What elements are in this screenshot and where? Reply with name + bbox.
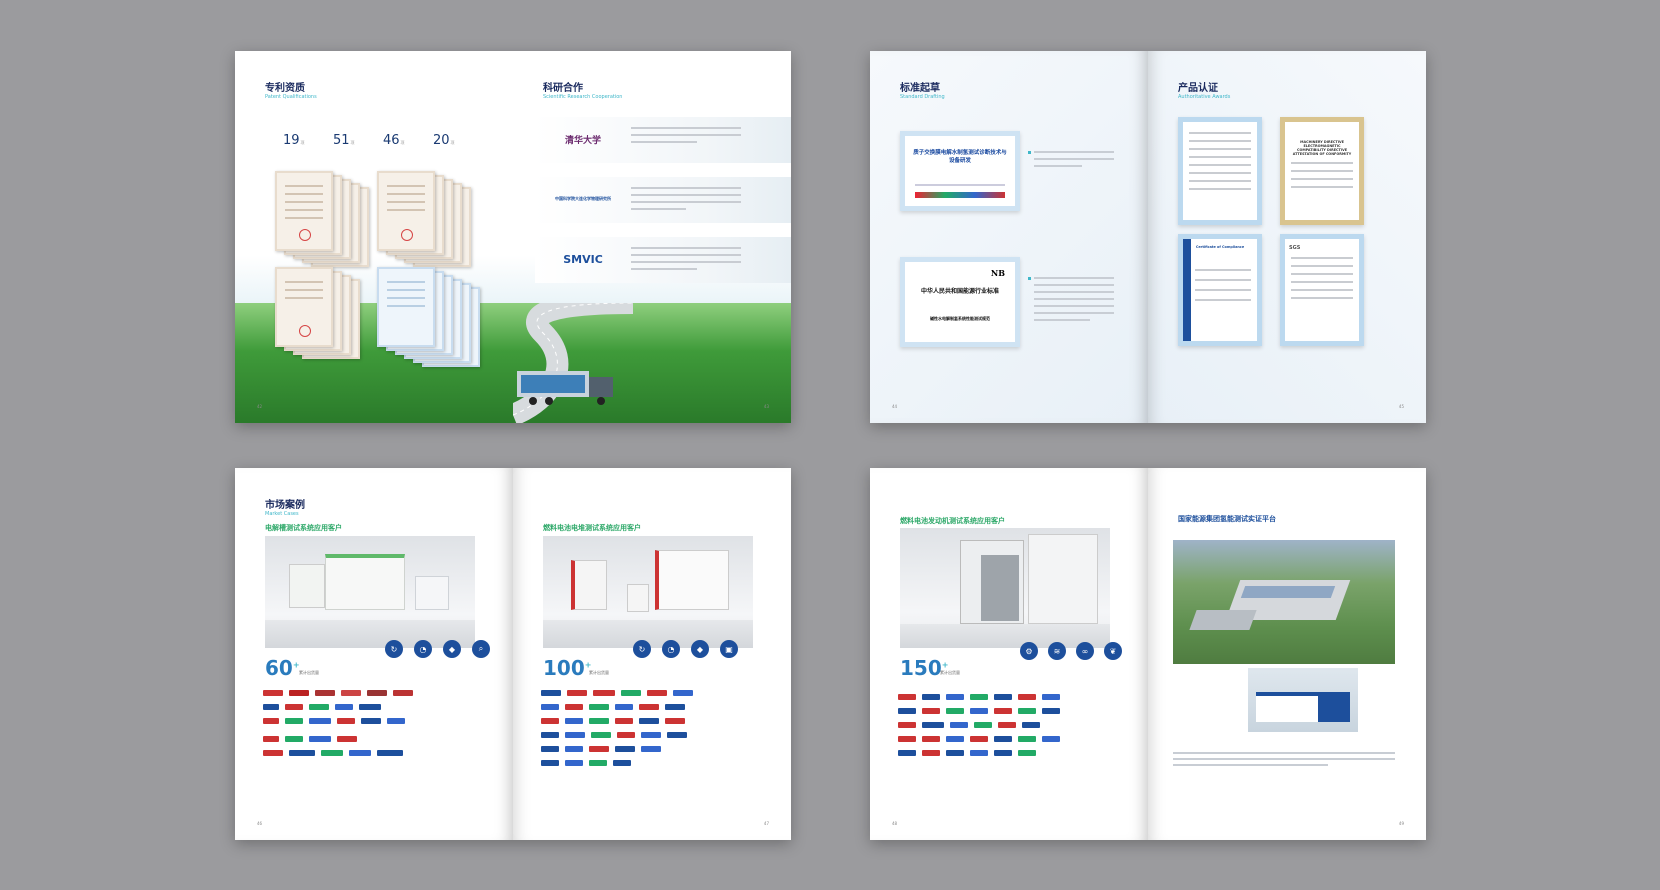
dicp-logo: 中国科学院大连化学物理研究所 bbox=[555, 196, 611, 201]
page-number: 46 bbox=[257, 821, 263, 826]
platform-description bbox=[1173, 752, 1395, 766]
award-certificate-2: MACHINERY DIRECTIVE ELECTROMAGNETIC COMP… bbox=[1280, 117, 1364, 225]
customer-logos-row bbox=[541, 690, 693, 696]
page-number: 48 bbox=[892, 821, 898, 826]
tsinghua-logo: 清华大学 bbox=[564, 135, 601, 146]
nb-logo: NB bbox=[990, 268, 1005, 278]
customer-logos-row bbox=[898, 694, 1060, 700]
electrolyzer-equipment-photo bbox=[265, 536, 475, 648]
patent-certificate bbox=[275, 171, 333, 251]
swirl-icon: ∞ bbox=[1076, 642, 1094, 660]
page-patents: 专利资质 Patent Qualifications 19项 51项 46项 2… bbox=[235, 51, 513, 423]
bullet-text-1 bbox=[1034, 151, 1114, 172]
section-subtitle: Standard Drafting bbox=[900, 94, 945, 100]
partner-tsinghua: 清华大学 bbox=[535, 117, 791, 163]
spread-market-cases: 市场案例 Market Cases 电解槽测试系统应用客户 ↻ ◔ ◆ ⌕ 60… bbox=[235, 468, 791, 840]
page-number: 43 bbox=[763, 404, 769, 409]
section-subtitle: Patent Qualifications bbox=[265, 94, 317, 100]
stat-4: 20项 bbox=[433, 133, 455, 148]
drop-icon: ◆ bbox=[443, 640, 461, 658]
award-certificate-1 bbox=[1178, 117, 1262, 225]
page-hydrogen-platform: 国家能源集团氢能测试实证平台 49 bbox=[1148, 468, 1426, 840]
page-electrolyzer-customers: 市场案例 Market Cases 电解槽测试系统应用客户 ↻ ◔ ◆ ⌕ 60… bbox=[235, 468, 513, 840]
drop-icon: ◆ bbox=[691, 640, 709, 658]
section-subtitle: Market Cases bbox=[265, 511, 299, 517]
section-subtitle: Scientific Research Cooperation bbox=[543, 94, 623, 100]
page-number: 49 bbox=[1398, 821, 1404, 826]
partner-dicp: 中国科学院大连化学物理研究所 bbox=[535, 177, 791, 223]
page-awards: 产品认证 Authoritative Awards MACHINERY DIRE… bbox=[1148, 51, 1426, 423]
stack-test-equipment-photo bbox=[543, 536, 753, 648]
shipment-count: 60+ bbox=[265, 656, 300, 680]
feature-icons: ↻ ◔ ◆ ⌕ bbox=[385, 640, 490, 658]
cycle-icon: ↻ bbox=[385, 640, 403, 658]
section-subtitle: Authoritative Awards bbox=[1178, 94, 1231, 100]
page-engine-customers: 燃料电池发动机测试系统应用客户 ⚙ ≋ ∞ ❦ 150+ 累计出货量 48 bbox=[870, 468, 1148, 840]
seal-icon bbox=[401, 229, 413, 241]
page-number: 47 bbox=[763, 821, 769, 826]
shipment-label: 累计出货量 bbox=[589, 670, 609, 675]
stat-1: 19项 bbox=[283, 133, 305, 148]
feature-icons: ↻ ◔ ◆ ▣ bbox=[633, 640, 738, 658]
bullet-text-2 bbox=[1034, 277, 1114, 326]
section-title: 市场案例 bbox=[265, 500, 305, 511]
page-stack-customers: 燃料电池电堆测试系统应用客户 ↻ ◔ ◆ ▣ 100+ 累计出货量 47 bbox=[513, 468, 791, 840]
box-icon: ▣ bbox=[720, 640, 738, 658]
shipment-count: 150+ bbox=[900, 656, 949, 680]
engine-test-equipment-photo bbox=[900, 528, 1110, 648]
customer-logos-row bbox=[263, 690, 413, 696]
seal-icon bbox=[299, 325, 311, 337]
sub-heading: 国家能源集团氢能测试实证平台 bbox=[1178, 515, 1276, 523]
award-certificate-4: SGS bbox=[1280, 234, 1364, 346]
gear-icon: ⚙ bbox=[1020, 642, 1038, 660]
hydrogen-truck-icon bbox=[517, 371, 613, 405]
wave-icon: ≋ bbox=[1048, 642, 1066, 660]
page-number: 44 bbox=[892, 404, 898, 409]
spread-standards-awards: 标准起草 Standard Drafting 质子交换膜电解水制氢测试诊断技术与… bbox=[870, 51, 1426, 423]
page-number: 45 bbox=[1398, 404, 1404, 409]
sub-heading: 电解槽测试系统应用客户 bbox=[265, 524, 342, 532]
section-title: 专利资质 bbox=[265, 83, 305, 94]
spread-patents-research: 专利资质 Patent Qualifications 19项 51项 46项 2… bbox=[235, 51, 791, 423]
feature-icons: ⚙ ≋ ∞ ❦ bbox=[1020, 642, 1122, 660]
shipment-count: 100+ bbox=[543, 656, 592, 680]
gauge-icon: ◔ bbox=[414, 640, 432, 658]
page-number: 42 bbox=[257, 404, 263, 409]
smvic-logo: SMVIC bbox=[563, 252, 603, 266]
aerial-site-photo bbox=[1173, 540, 1395, 664]
partner-smvic: SMVIC bbox=[535, 237, 791, 283]
standard-document-1: 质子交换膜电解水制氢测试诊断技术与设备研发 bbox=[900, 131, 1020, 211]
section-title: 科研合作 bbox=[543, 83, 583, 94]
spread-engine-platform: 燃料电池发动机测试系统应用客户 ⚙ ≋ ∞ ❦ 150+ 累计出货量 48 国家… bbox=[870, 468, 1426, 840]
shipment-label: 累计出货量 bbox=[299, 670, 319, 675]
award-certificate-3: Certificate of Compliance bbox=[1178, 234, 1262, 346]
sub-heading: 燃料电池电堆测试系统应用客户 bbox=[543, 524, 641, 532]
leaf-icon: ❦ bbox=[1104, 642, 1122, 660]
sub-heading: 燃料电池发动机测试系统应用客户 bbox=[900, 517, 1005, 525]
container-building-photo bbox=[1248, 668, 1358, 732]
stat-2: 51项 bbox=[333, 133, 355, 148]
section-title: 标准起草 bbox=[900, 83, 940, 94]
gauge-icon: ◔ bbox=[662, 640, 680, 658]
section-title: 产品认证 bbox=[1178, 83, 1218, 94]
shipment-label: 累计出货量 bbox=[940, 670, 960, 675]
page-research: 科研合作 Scientific Research Cooperation 清华大… bbox=[513, 51, 791, 423]
magnify-icon: ⌕ bbox=[472, 640, 490, 658]
cycle-icon: ↻ bbox=[633, 640, 651, 658]
stat-3: 46项 bbox=[383, 133, 405, 148]
page-standards: 标准起草 Standard Drafting 质子交换膜电解水制氢测试诊断技术与… bbox=[870, 51, 1148, 423]
seal-icon bbox=[299, 229, 311, 241]
standard-document-2: NB 中华人民共和国能源行业标准 碱性水电解制氢系统性能测试规范 bbox=[900, 257, 1020, 347]
